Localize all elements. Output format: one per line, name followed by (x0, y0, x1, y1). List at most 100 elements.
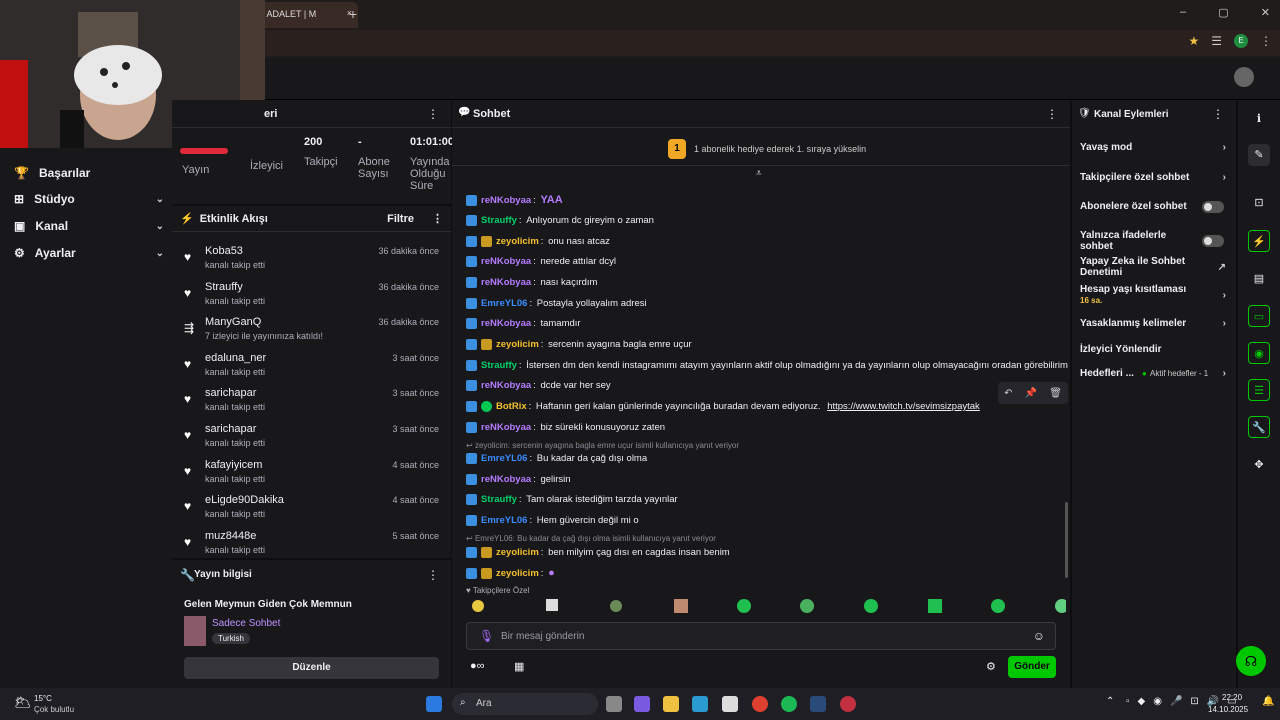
activity-user[interactable]: sarichapar (205, 387, 256, 399)
chrome-icon[interactable] (752, 696, 768, 712)
playlist-icon[interactable]: ☰ (1211, 34, 1222, 48)
nav-item-achievements[interactable]: 🏆 Başarılar (14, 166, 164, 180)
activity-user[interactable]: Koba53 (205, 245, 243, 257)
more-icon[interactable]: ⋮ (427, 107, 439, 121)
address-bar[interactable] (260, 30, 1280, 56)
delete-icon[interactable]: 🗑 (1049, 388, 1062, 399)
chat-username[interactable]: zeyolicim (496, 547, 539, 558)
chat-message[interactable]: zeyolicim: onu nası atcaz (466, 236, 610, 247)
chat-message[interactable]: EmreYL06: Postayla yollayalım adresi (466, 298, 647, 309)
chat-username[interactable]: Strauffy (481, 360, 517, 371)
reply-icon[interactable]: ↶ (1004, 388, 1012, 399)
send-button[interactable]: Gönder (1008, 656, 1056, 678)
language-tag[interactable]: Turkish (212, 633, 250, 644)
more-icon[interactable]: ⋮ (1046, 107, 1058, 121)
notification-icon[interactable]: 🔔 (1262, 696, 1274, 707)
activity-user[interactable]: sarichapar (205, 423, 256, 435)
category-link[interactable]: Sadece Sohbet (212, 618, 280, 629)
channel-action-item[interactable]: Hedefleri ... ● Aktif hedefler - 1 › (1080, 368, 1230, 379)
chat-username[interactable]: reNKobyaa (481, 256, 531, 267)
channel-action-item[interactable]: Yasaklanmış kelimeler › (1080, 318, 1230, 329)
activity-item[interactable]: ⇶ ManyGanQ 7 izleyici ile yayınınıza katıl… (172, 311, 451, 346)
activity-item[interactable]: ♥ eLigde90Dakika kanalı takip etti 4 saat ö… (172, 489, 451, 524)
activity-user[interactable]: ManyGanQ (205, 316, 261, 328)
pin-collapse-icon[interactable]: ⩡ (756, 168, 762, 179)
chat-username[interactable]: reNKobyaa (481, 195, 531, 206)
chat-scrollbar[interactable] (1065, 502, 1068, 578)
chat-username[interactable]: Strauffy (481, 494, 517, 505)
chat-username[interactable]: zeyolicim (496, 236, 539, 247)
activity-item[interactable]: ♥ muz8448e kanalı takip etti 5 saat önce (172, 525, 451, 560)
activity-user[interactable]: kafayiyicem (205, 459, 262, 471)
tray-chevron-icon[interactable]: ⌃ (1106, 696, 1114, 707)
activity-user[interactable]: Strauffy (205, 281, 243, 293)
chat-message[interactable]: zeyolicim: ben milyim çag dısı en cagdas… (466, 547, 730, 558)
puzzle-icon[interactable]: ✥ (1248, 454, 1270, 476)
profile-button[interactable]: E (1234, 34, 1248, 48)
chat-username[interactable]: EmreYL06 (481, 453, 527, 464)
channel-action-item[interactable]: İzleyici Yönlendir (1080, 344, 1230, 355)
activity-item[interactable]: ♥ sarichapar kanalı takip etti 3 saat önce (172, 382, 451, 417)
app-icon[interactable] (840, 696, 856, 712)
toggle-switch[interactable] (1202, 235, 1224, 247)
activity-item[interactable]: ♥ Koba53 kanalı takip etti 36 dakika önce (172, 240, 451, 275)
folder-icon[interactable] (663, 696, 679, 712)
chat-username[interactable]: reNKobyaa (481, 380, 531, 391)
channel-action-item[interactable]: Yavaş mod › (1080, 142, 1230, 153)
chat-username[interactable]: reNKobyaa (481, 422, 531, 433)
channel-action-item[interactable]: Hesap yaşı kısıtlaması 16 sa. › (1080, 284, 1230, 306)
more-icon[interactable]: ⋮ (432, 212, 443, 225)
new-tab-button[interactable]: + (345, 6, 361, 22)
activity-user[interactable]: edaluna_ner (205, 352, 266, 364)
chat-username[interactable]: zeyolicim (496, 339, 539, 350)
chat-username[interactable]: reNKobyaa (481, 474, 531, 485)
filter-button[interactable]: Filtre (387, 213, 414, 225)
nav-item-studio[interactable]: ⊞ Stüdyo ⌄ (14, 192, 164, 206)
pin-icon[interactable]: 📌 (1025, 388, 1037, 399)
chat-message[interactable]: zeyolicim: ● (466, 567, 557, 579)
chat-input-box[interactable]: 🎙 Bir mesaj gönderin ☺ (466, 622, 1056, 650)
channel-action-item[interactable]: Takipçilere özel sohbet › (1080, 172, 1230, 183)
store-app-icon[interactable] (722, 696, 738, 712)
nav-item-settings[interactable]: ⚙ Ayarlar ⌄ (14, 246, 164, 260)
emoji-icon[interactable]: ☺ (1033, 629, 1045, 643)
channel-action-item[interactable]: Yalnızca ifadelerle sohbet (1080, 230, 1230, 252)
chat-settings-icon[interactable]: ⚙ (986, 660, 996, 673)
crop-icon[interactable]: ⊡ (1248, 192, 1270, 214)
activity-item[interactable]: ♥ edaluna_ner kanalı takip etti 3 saat önce (172, 347, 451, 382)
nav-item-channel[interactable]: ▣ Kanal ⌄ (14, 219, 164, 233)
chat-message[interactable]: Strauffy: Tam olarak istediğim tarzda ya… (466, 494, 678, 505)
minimize-button[interactable]: – (1180, 6, 1186, 22)
chat-message[interactable]: reNKobyaa: nası kaçırdım (466, 277, 597, 288)
activity-item[interactable]: ♥ kafayiyicem kanalı takip etti 4 saat önce (172, 454, 451, 489)
chat-message[interactable]: reNKobyaa: biz sürekli konusuyoruz zaten (466, 422, 665, 433)
activity-user[interactable]: muz8448e (205, 530, 256, 542)
chat-username[interactable]: reNKobyaa (481, 277, 531, 288)
chat-message[interactable]: reNKobyaa: tamamdır (466, 318, 581, 329)
more-icon[interactable]: ⋮ (1212, 107, 1224, 121)
avatar[interactable] (1234, 67, 1254, 87)
chat-message[interactable]: reNKobyaa: dcde var her sey (466, 380, 611, 391)
activity-item[interactable]: ♥ sarichapar kanalı takip etti 3 saat önce (172, 418, 451, 453)
star-icon[interactable]: ★ (1188, 34, 1199, 48)
chat-message[interactable]: Strauffy: İstersen dm den kendi instagra… (466, 360, 1068, 371)
pencil-icon[interactable]: ✎ (1248, 144, 1270, 166)
activity-item[interactable]: ♥ Strauffy kanalı takip etti 36 dakika önce (172, 276, 451, 311)
chat-message[interactable]: Strauffy: Anlıyorum dc gireyim o zaman (466, 215, 654, 226)
spotify-icon[interactable] (781, 696, 797, 712)
chat-message[interactable]: EmreYL06: Hem güvercin değil mi o (466, 515, 639, 526)
copilot-icon[interactable] (634, 696, 650, 712)
chat-username[interactable]: EmreYL06 (481, 515, 527, 526)
edge-icon[interactable] (692, 696, 708, 712)
broadcast-icon[interactable]: ◉ (1248, 342, 1270, 364)
chat-username[interactable]: BotRix (496, 401, 527, 412)
lightning-icon[interactable]: ⚡ (1248, 230, 1270, 252)
chat-message[interactable]: EmreYL06: Bu kadar da çağ dışı olma (466, 453, 647, 464)
chat-username[interactable]: zeyolicim (496, 568, 539, 579)
chat-message[interactable]: BotRix: Haftanın geri kalan günlerinde y… (466, 401, 980, 412)
chat-message[interactable]: reNKobyaa: nerede attılar dcyl (466, 256, 616, 267)
support-button[interactable]: ☊ (1236, 646, 1266, 676)
channel-action-item[interactable]: Abonelere özel sohbet (1080, 200, 1230, 213)
channel-action-item[interactable]: Yapay Zeka ile Sohbet Denetimi ↗ (1080, 256, 1230, 278)
chat-username[interactable]: EmreYL06 (481, 298, 527, 309)
